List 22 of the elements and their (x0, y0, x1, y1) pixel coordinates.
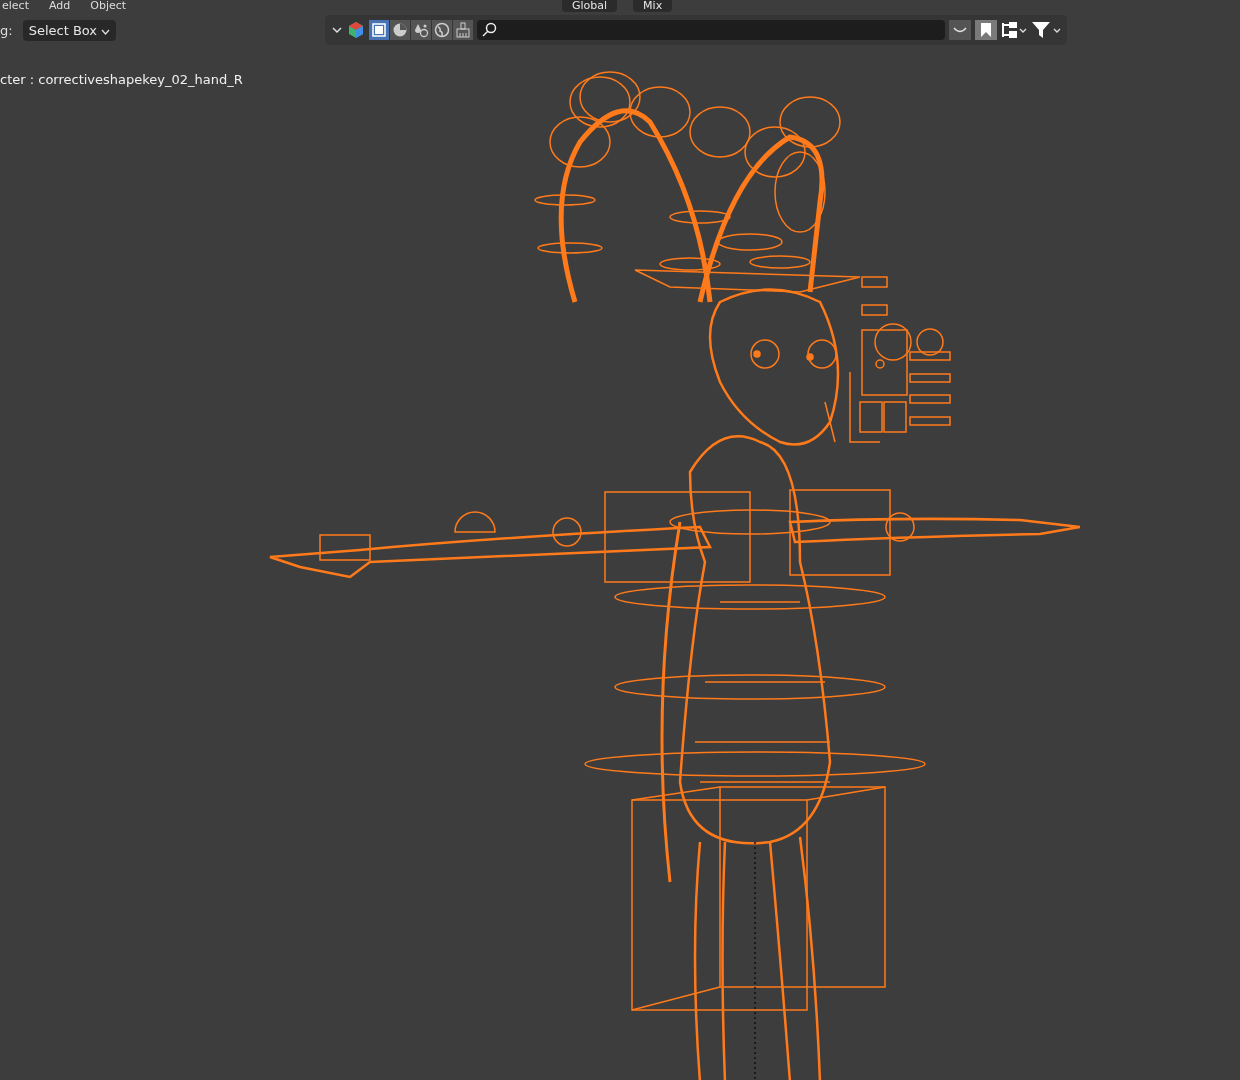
filter-toggle[interactable] (369, 20, 389, 40)
caret-icon[interactable] (331, 24, 343, 36)
filter-toggle[interactable] (390, 20, 410, 40)
orientation-dropdown[interactable]: Global (562, 0, 618, 12)
filter-icon[interactable] (1031, 21, 1061, 39)
search-field[interactable] (477, 20, 945, 40)
menu-item[interactable]: Add (48, 0, 71, 12)
menu-item[interactable]: elect (2, 0, 29, 12)
cube-icon[interactable] (347, 21, 365, 39)
search-icon (481, 22, 497, 38)
filter-toggle[interactable] (411, 20, 431, 40)
filter-toggle[interactable] (453, 20, 473, 40)
sync-toggle-icon[interactable] (949, 20, 971, 40)
filter-toggle[interactable] (432, 20, 452, 40)
drag-label: g: (0, 22, 13, 38)
shading-dropdown[interactable]: Mix (633, 0, 673, 12)
bookmark-icon[interactable] (975, 20, 997, 40)
caret-icon (101, 28, 111, 35)
select-mode-dropdown[interactable]: Select Box (22, 19, 117, 41)
object-info-text: cter : correctiveshapekey_02_hand_R (0, 72, 243, 87)
hierarchy-icon[interactable] (1001, 21, 1027, 39)
menu-item[interactable]: Object (90, 0, 127, 12)
